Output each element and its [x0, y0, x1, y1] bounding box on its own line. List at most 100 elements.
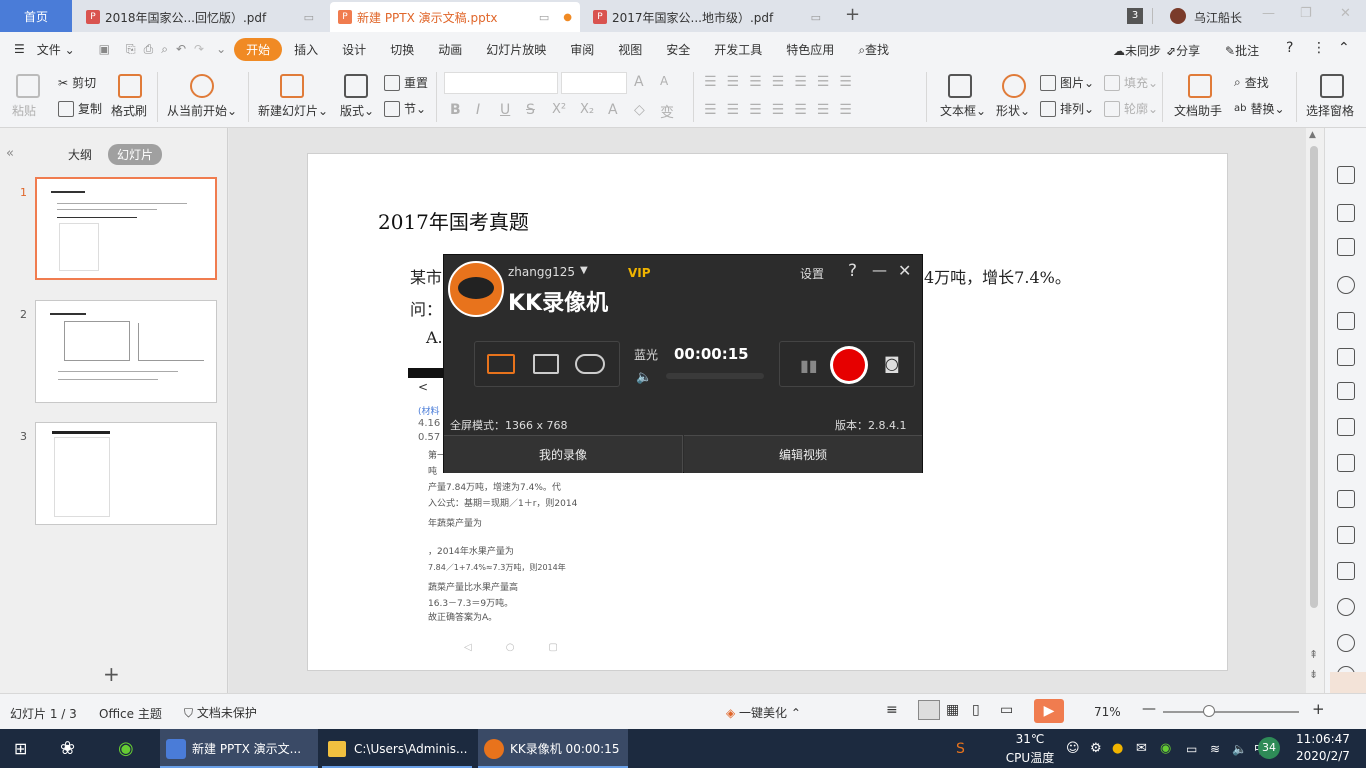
slide-sorter-icon[interactable]: ▦ — [946, 702, 959, 718]
preview-icon[interactable]: ⌕ — [157, 42, 172, 57]
menu-design[interactable]: 设计 — [330, 41, 378, 58]
kk-settings-button[interactable]: 设置 — [800, 265, 824, 282]
windows-start-icon[interactable]: ⊞ — [14, 729, 27, 768]
fill-button[interactable]: 填充 ⌄ — [1104, 74, 1158, 91]
avatar[interactable] — [1170, 8, 1186, 24]
camera-icon[interactable]: ◙ — [884, 354, 900, 373]
slide-thumbnail-3[interactable] — [35, 422, 217, 525]
superscript-icon[interactable]: X² — [552, 102, 566, 117]
tray-app3-icon[interactable]: ◉ — [1160, 729, 1171, 768]
bold-icon[interactable]: B — [450, 102, 461, 118]
vertical-scrollbar[interactable]: ▲ ⇞ ⇟ — [1306, 128, 1324, 693]
doc-helper-button[interactable]: 文档助手 — [1174, 102, 1222, 119]
restore-icon[interactable]: ❐ — [1300, 6, 1312, 21]
collapse-panel-icon[interactable]: « — [6, 146, 14, 161]
minimize-icon[interactable]: — — [1262, 6, 1275, 21]
chart-icon[interactable] — [1337, 382, 1355, 400]
tray-people-icon[interactable]: ☺ — [1066, 729, 1080, 768]
shape-button[interactable]: 形状 ⌄ — [996, 102, 1030, 119]
tray-app-icon[interactable]: S — [956, 729, 965, 768]
shield-icon[interactable] — [1337, 598, 1355, 616]
slide-text-line1-start[interactable]: 某市 — [410, 264, 442, 288]
pause-icon[interactable]: ▮▮ — [800, 356, 818, 375]
quality-label[interactable]: 蓝光 — [634, 346, 658, 363]
clock-date[interactable]: 2020/2/7 — [1296, 749, 1350, 763]
cut-button[interactable]: ✂ 剪切 — [58, 74, 96, 91]
text-shadow-icon[interactable]: A — [608, 102, 618, 118]
outline-button[interactable]: 轮廓 ⌄ — [1104, 100, 1158, 117]
menu-review[interactable]: 审阅 — [558, 41, 606, 58]
tab-minimize-icon[interactable]: ▭ — [805, 11, 821, 24]
zoom-slider-thumb[interactable] — [1203, 705, 1215, 717]
textbox-icon[interactable] — [948, 74, 972, 98]
settings-icon[interactable] — [1337, 418, 1355, 436]
new-slide-button[interactable]: 新建幻灯片 ⌄ — [258, 102, 328, 119]
tab-pdf-2018[interactable]: P 2018年国家公...回忆版）.pdf ▭ — [78, 2, 322, 32]
format-painter-icon[interactable] — [118, 74, 142, 98]
theme-name[interactable]: Office 主题 — [99, 705, 162, 722]
undo-icon[interactable]: ↶ — [172, 42, 190, 56]
menu-file[interactable]: 文件 ⌄ — [37, 41, 87, 58]
font-family-select[interactable] — [444, 72, 558, 94]
browser-icon[interactable]: ◉ — [118, 729, 134, 768]
strikethrough-icon[interactable]: S — [526, 102, 535, 118]
reset-button[interactable]: 重置 — [384, 74, 428, 91]
region-mode-icon[interactable] — [533, 354, 559, 374]
tab-slides[interactable]: 幻灯片 — [108, 144, 163, 165]
char-spacing-icon[interactable]: 变 — [660, 102, 674, 122]
eraser-icon[interactable]: ◇ — [634, 102, 645, 118]
print-icon[interactable]: ⎙ — [140, 42, 158, 57]
protection-status[interactable]: ⛉ 文档未保护 — [184, 704, 257, 721]
fullscreen-mode-icon[interactable] — [487, 354, 515, 374]
font-size-select[interactable] — [561, 72, 627, 94]
doc-helper-icon[interactable] — [1188, 74, 1212, 98]
layers-icon[interactable] — [1337, 204, 1355, 222]
hamburger-icon[interactable]: ☰ — [0, 42, 37, 56]
menu-transition[interactable]: 切换 — [378, 41, 426, 58]
shape-icon[interactable] — [1002, 74, 1026, 98]
presenter-view-icon[interactable]: ▭ — [1000, 702, 1013, 718]
redo-icon[interactable]: ↷ — [190, 42, 208, 56]
kk-username[interactable]: zhangg125 — [508, 265, 575, 279]
zoom-level[interactable]: 71% — [1094, 705, 1121, 719]
clock-time[interactable]: 11:06:47 — [1296, 732, 1350, 746]
scrollbar-thumb[interactable] — [1310, 146, 1318, 608]
menu-security[interactable]: 安全 — [654, 41, 702, 58]
select-pane-button[interactable]: 选择窗格 — [1306, 102, 1354, 119]
help-icon[interactable]: ? — [1286, 40, 1293, 56]
reading-view-icon[interactable]: ▯ — [972, 702, 980, 718]
picture-button[interactable]: 图片 ⌄ — [1040, 74, 1094, 91]
customize-icon[interactable]: ⌄ — [208, 42, 234, 56]
replace-button[interactable]: ab 替换 ⌄ — [1234, 100, 1285, 117]
slideshow-play-button[interactable]: ▶ — [1034, 699, 1064, 723]
taskbar-item-explorer[interactable]: C:\Users\Adminis... — [322, 729, 472, 768]
menu-search[interactable]: ⌕查找 — [846, 41, 901, 58]
tab-minimize-icon[interactable]: ▭ — [533, 11, 549, 24]
layout-button[interactable]: 版式 ⌄ — [340, 102, 374, 119]
format-painter-button[interactable]: 格式刷 — [111, 102, 147, 119]
menu-animation[interactable]: 动画 — [426, 41, 474, 58]
subscript-icon[interactable]: X₂ — [580, 102, 594, 117]
notification-badge[interactable]: 34 — [1258, 737, 1280, 759]
share-doc-icon[interactable]: ⎘ — [122, 42, 140, 57]
layout-icon[interactable] — [344, 74, 368, 98]
save-icon[interactable]: ▣ — [87, 42, 122, 56]
grid-icon[interactable] — [1337, 348, 1355, 366]
add-slide-button[interactable]: + — [103, 662, 120, 686]
prev-slide-icon[interactable]: ⇞ — [1309, 648, 1318, 661]
document-icon[interactable] — [1337, 526, 1355, 544]
font-grow-icon[interactable]: A — [634, 74, 644, 90]
slide-title[interactable]: 2017年国考真题 — [378, 206, 529, 235]
font-shrink-icon[interactable]: A — [660, 74, 668, 88]
comment-button[interactable]: ✎批注 — [1225, 42, 1259, 59]
from-current-button[interactable]: 从当前开始 ⌄ — [167, 102, 237, 119]
textbox-button[interactable]: 文本框 ⌄ — [940, 102, 986, 119]
speaker-icon[interactable]: 🔈 — [1232, 729, 1247, 768]
battery-icon[interactable]: ▭ — [1186, 729, 1197, 768]
image-icon[interactable] — [1337, 454, 1355, 472]
tab-pptx[interactable]: P 新建 PPTX 演示文稿.pptx ▭ ● — [330, 2, 580, 32]
kk-close-icon[interactable]: ✕ — [898, 261, 911, 280]
help-circle-icon[interactable] — [1337, 634, 1355, 652]
taskview-icon[interactable]: ❀ — [60, 729, 75, 768]
italic-icon[interactable]: I — [476, 102, 480, 118]
